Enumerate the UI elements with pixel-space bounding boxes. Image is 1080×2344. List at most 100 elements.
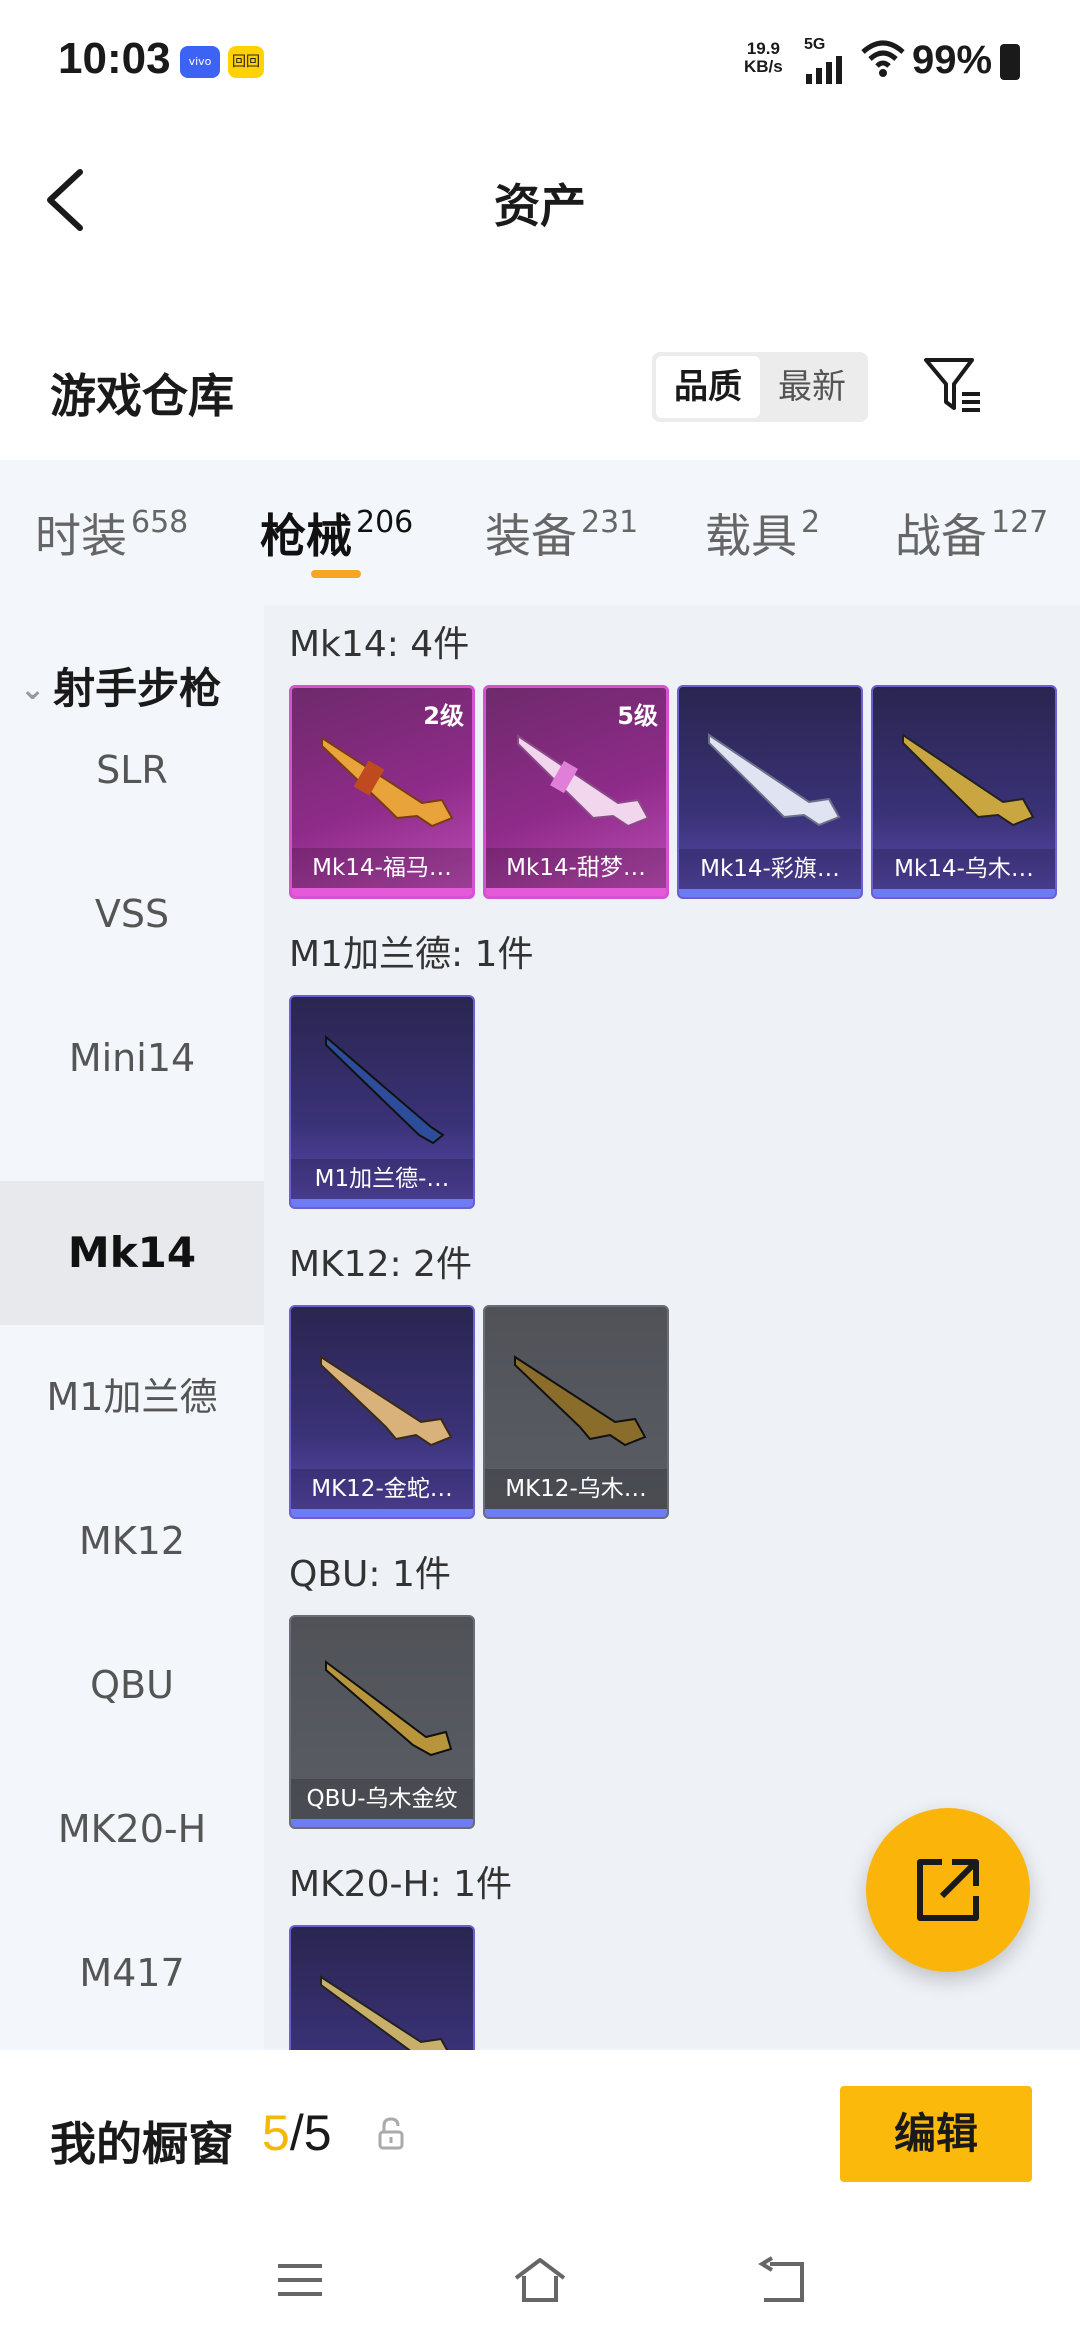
showcase-bar: 我的橱窗 5/5 编辑 xyxy=(0,2050,1080,2220)
weapon-type-sidebar: ⌄ 射手步枪 SLR VSS Mini14 Mk14 M1加兰德 MK12 QBU… xyxy=(0,605,264,2050)
tab-count: 658 xyxy=(131,505,189,540)
network-type: 5G xyxy=(804,36,826,53)
weapon-name: MK12-金蛇… xyxy=(291,1469,473,1509)
sort-newest-option[interactable]: 最新 xyxy=(760,356,864,418)
rifle-icon xyxy=(320,1975,449,2050)
tab-count: 206 xyxy=(356,505,414,540)
wifi-icon xyxy=(861,40,905,77)
rifle-icon xyxy=(514,1355,647,1447)
rifle-icon xyxy=(325,1660,453,1757)
rarity-bar xyxy=(873,889,1055,897)
rifle-icon xyxy=(902,733,1035,827)
page-title: 资产 xyxy=(494,179,586,233)
weapon-card[interactable]: Mk14-彩旗… xyxy=(677,685,863,899)
active-tab-indicator xyxy=(311,570,361,578)
tab-label: 战备 xyxy=(895,509,987,563)
rarity-bar xyxy=(485,1509,667,1517)
showcase-total: 5 xyxy=(303,2105,332,2161)
filter-icon[interactable] xyxy=(922,354,984,418)
sidebar-item-qbu[interactable]: QBU xyxy=(0,1613,264,1757)
battery-percent: 99% xyxy=(912,38,993,82)
weapon-name: M1加兰德-… xyxy=(291,1159,473,1199)
section-title-m1-garand: M1加兰德: 1件 xyxy=(289,934,534,975)
vivo-app-badge: vivo xyxy=(180,46,220,78)
tab-count: 231 xyxy=(581,505,639,540)
rifle-icon xyxy=(320,1355,453,1447)
app-header: 资产 xyxy=(0,120,1080,280)
showcase-current: 5 xyxy=(262,2105,290,2161)
rarity-bar xyxy=(679,889,861,897)
tab-supplies[interactable]: 战备 127 xyxy=(895,500,1048,566)
tab-weapons[interactable]: 枪械 206 xyxy=(260,500,413,566)
tab-vehicles[interactable]: 载具 2 xyxy=(705,500,820,566)
sidebar-item-mini14[interactable]: Mini14 xyxy=(0,986,264,1130)
warehouse-title: 游戏仓库 xyxy=(50,369,234,423)
warehouse-row: 游戏仓库 品质 最新 xyxy=(0,330,1080,450)
share-button[interactable] xyxy=(866,1808,1030,1972)
return-icon[interactable] xyxy=(756,2256,806,2304)
sidebar-item-mk14[interactable]: Mk14 xyxy=(0,1181,264,1325)
section-title-qbu: QBU: 1件 xyxy=(289,1554,451,1595)
showcase-separator: / xyxy=(289,2105,304,2161)
weapon-card[interactable]: MK12-金蛇… xyxy=(289,1305,475,1519)
edit-button[interactable]: 编辑 xyxy=(840,2086,1032,2182)
rarity-bar xyxy=(486,888,666,896)
cell-signal-icon: 5G xyxy=(804,36,848,88)
section-title-mk14: Mk14: 4件 xyxy=(289,624,470,665)
status-time: 10:03 xyxy=(58,34,171,83)
battery-icon xyxy=(1000,44,1020,80)
rarity-bar xyxy=(292,888,472,896)
weapon-card[interactable]: Mk14-乌木… xyxy=(871,685,1057,899)
home-icon[interactable] xyxy=(512,2256,568,2304)
share-external-icon xyxy=(917,1859,979,1921)
lock-icon xyxy=(378,2117,404,2150)
sidebar-item-vss[interactable]: VSS xyxy=(0,842,264,986)
tab-count: 127 xyxy=(991,505,1049,540)
tab-equipment[interactable]: 装备 231 xyxy=(485,500,638,566)
app-badge: 回回 xyxy=(228,46,264,78)
weapon-card[interactable]: 2级 Mk14-福马… xyxy=(289,685,475,899)
sidebar-item-m417[interactable]: M417 xyxy=(0,1901,264,2045)
weapon-name: Mk14-乌木… xyxy=(873,849,1055,889)
showcase-count: 5/5 xyxy=(262,2104,332,2162)
tab-label: 枪械 xyxy=(260,509,352,563)
tab-count: 2 xyxy=(801,505,821,540)
weapon-card[interactable]: M1加兰德-… xyxy=(289,995,475,1209)
rifle-icon xyxy=(325,1034,445,1145)
sidebar-item-mk20h[interactable]: MK20-H xyxy=(0,1757,264,1901)
weapon-card[interactable]: QBU-乌木金纹 xyxy=(289,1615,475,1829)
system-nav-bar xyxy=(0,2220,1080,2344)
category-tabs: 时装 658 枪械 206 装备 231 载具 2 战备 127 xyxy=(0,460,1080,605)
sort-toggle: 品质 最新 xyxy=(652,352,868,422)
network-speed: 19.9 KB/s xyxy=(744,40,783,76)
sidebar-item-slr[interactable]: SLR xyxy=(0,698,264,842)
section-title-mk20h: MK20-H: 1件 xyxy=(289,1864,513,1905)
showcase-label: 我的橱窗 xyxy=(50,2117,234,2171)
rarity-bar xyxy=(291,1509,473,1517)
status-bar: 10:03 vivo 回回 19.9 KB/s 5G 99% xyxy=(0,0,1080,120)
network-speed-unit: KB/s xyxy=(744,57,783,76)
rifle-icon xyxy=(708,733,841,827)
sidebar-item-m1-garand[interactable]: M1加兰德 xyxy=(0,1325,264,1469)
rifle-icon xyxy=(517,734,650,828)
weapon-card[interactable] xyxy=(289,1925,475,2050)
rarity-bar xyxy=(291,1199,473,1207)
tab-label: 载具 xyxy=(705,509,797,563)
weapon-card[interactable]: MK12-乌木… xyxy=(483,1305,669,1519)
weapon-name: QBU-乌木金纹 xyxy=(291,1779,473,1819)
weapon-name: Mk14-甜梦… xyxy=(486,848,666,888)
tab-outfits[interactable]: 时装 658 xyxy=(35,500,188,566)
weapon-name: Mk14-彩旗… xyxy=(679,849,861,889)
rarity-bar xyxy=(291,1819,473,1827)
weapon-card[interactable]: 5级 Mk14-甜梦… xyxy=(483,685,669,899)
tab-label: 装备 xyxy=(485,509,577,563)
rifle-icon xyxy=(321,736,454,828)
network-speed-value: 19.9 xyxy=(746,39,780,58)
sort-quality-option[interactable]: 品质 xyxy=(656,356,760,418)
section-title-mk12: MK12: 2件 xyxy=(289,1244,472,1285)
menu-icon[interactable] xyxy=(276,2256,324,2304)
sidebar-item-mk12[interactable]: MK12 xyxy=(0,1469,264,1613)
weapon-name: MK12-乌木… xyxy=(485,1469,667,1509)
weapon-name: Mk14-福马… xyxy=(292,848,472,888)
tab-label: 时装 xyxy=(35,509,127,563)
